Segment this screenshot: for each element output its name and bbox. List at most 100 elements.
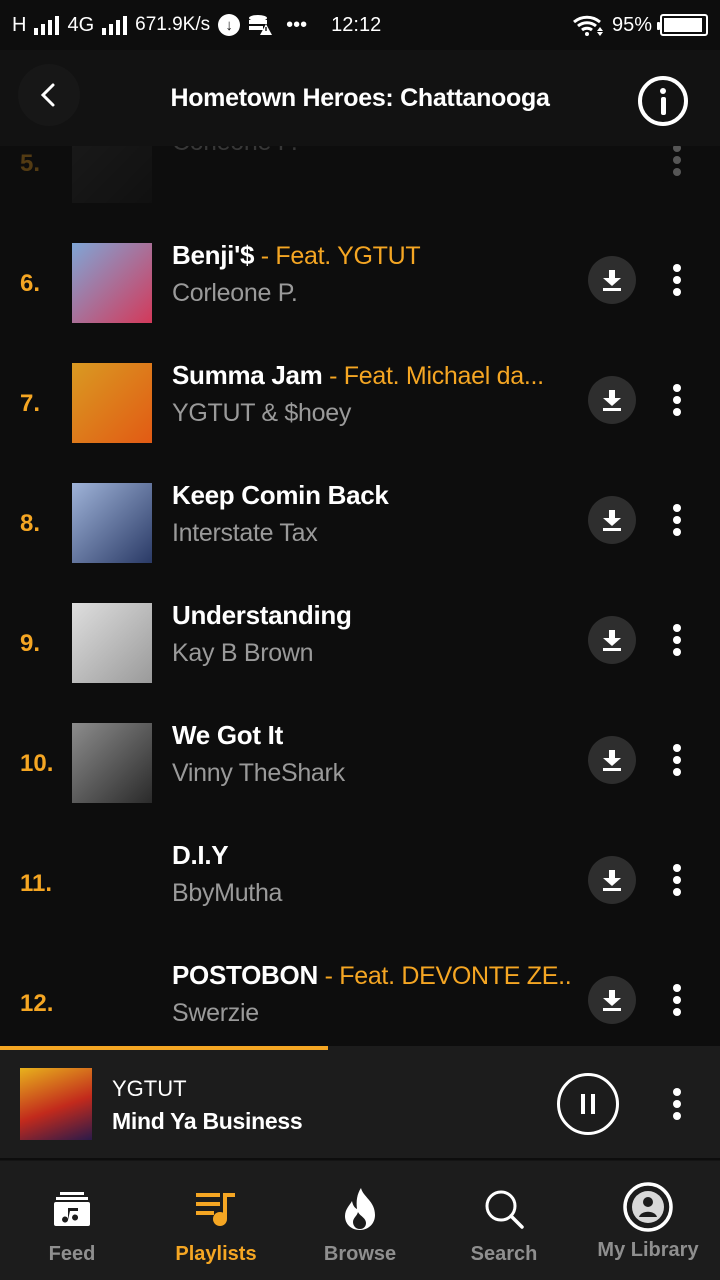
more-vertical-icon bbox=[673, 624, 681, 632]
now-playing-title: Mind Ya Business bbox=[112, 1108, 303, 1134]
more-options-button[interactable] bbox=[666, 256, 688, 304]
clock: 12:12 bbox=[331, 13, 382, 36]
more-options-button[interactable] bbox=[666, 376, 688, 424]
track-number: 11. bbox=[20, 870, 53, 897]
more-options-button[interactable] bbox=[666, 146, 688, 184]
track-title-text: Benji'$ bbox=[172, 240, 255, 270]
track-row[interactable]: 5. Corleone P. bbox=[0, 146, 720, 226]
album-art bbox=[72, 723, 152, 803]
track-title-text: Understanding bbox=[172, 600, 352, 630]
track-title: Understanding bbox=[172, 600, 572, 631]
nav-item-browse[interactable]: Browse bbox=[288, 1161, 432, 1280]
track-title: We Got It bbox=[172, 720, 572, 751]
more-notifications-icon: ••• bbox=[286, 13, 308, 36]
album-art bbox=[72, 146, 152, 203]
track-number: 8. bbox=[20, 510, 41, 537]
download-button[interactable] bbox=[588, 496, 636, 544]
more-options-button[interactable] bbox=[666, 856, 688, 904]
download-button[interactable] bbox=[588, 736, 636, 784]
download-button[interactable] bbox=[588, 256, 636, 304]
track-list[interactable]: 5. Corleone P. 6. Benji'$ - Feat. YGTUT … bbox=[0, 146, 720, 1046]
more-options-button[interactable] bbox=[666, 976, 688, 1024]
track-title-text: Summa Jam bbox=[172, 360, 323, 390]
track-title: Keep Comin Back bbox=[172, 480, 572, 511]
album-art bbox=[72, 243, 152, 323]
more-vertical-icon bbox=[673, 146, 681, 152]
download-icon bbox=[603, 750, 621, 771]
track-artist: Interstate Tax bbox=[172, 519, 318, 547]
download-button[interactable] bbox=[588, 616, 636, 664]
track-title-text: D.I.Y bbox=[172, 840, 229, 870]
track-title-text: We Got It bbox=[172, 720, 283, 750]
more-vertical-icon bbox=[673, 1088, 681, 1096]
download-icon bbox=[603, 510, 621, 531]
album-art bbox=[72, 603, 152, 683]
track-featuring: - Feat. Michael da... bbox=[322, 362, 544, 390]
track-row[interactable]: 7. Summa Jam - Feat. Michael da... YGTUT… bbox=[0, 346, 720, 466]
nav-label: Playlists bbox=[175, 1243, 257, 1265]
more-options-button[interactable] bbox=[666, 616, 688, 664]
more-options-button[interactable] bbox=[666, 736, 688, 784]
mini-player[interactable]: YGTUT Mind Ya Business bbox=[0, 1050, 720, 1158]
download-icon bbox=[603, 990, 621, 1011]
track-artist: Kay B Brown bbox=[172, 639, 314, 667]
track-artist: BbyMutha bbox=[172, 879, 283, 907]
track-row[interactable]: 10. We Got It Vinny TheShark bbox=[0, 706, 720, 826]
nav-item-playlists[interactable]: Playlists bbox=[144, 1161, 288, 1280]
track-number: 6. bbox=[20, 270, 41, 297]
more-vertical-icon bbox=[673, 504, 681, 512]
track-title-text: POSTOBON bbox=[172, 960, 318, 990]
track-row[interactable]: 9. Understanding Kay B Brown bbox=[0, 586, 720, 706]
page-title: Hometown Heroes: Chattanooga bbox=[170, 83, 550, 112]
track-title: Benji'$ - Feat. YGTUT bbox=[172, 240, 572, 271]
track-title-text: Keep Comin Back bbox=[172, 480, 389, 510]
pause-button[interactable] bbox=[557, 1073, 619, 1135]
data-warning-icon bbox=[249, 15, 273, 35]
track-title: POSTOBON - Feat. DEVONTE ZE... bbox=[172, 960, 572, 991]
track-title: D.I.Y bbox=[172, 840, 572, 871]
playback-progress-bar[interactable] bbox=[0, 1046, 720, 1050]
search-icon bbox=[485, 1190, 524, 1229]
signal-icon bbox=[34, 15, 60, 35]
chevron-left-icon bbox=[40, 83, 55, 107]
network-speed: 671.9K/s bbox=[135, 14, 211, 35]
track-row[interactable]: 6. Benji'$ - Feat. YGTUT Corleone P. bbox=[0, 226, 720, 346]
now-playing-more-button[interactable] bbox=[666, 1080, 688, 1128]
download-button[interactable] bbox=[588, 376, 636, 424]
battery-percent: 95% bbox=[611, 13, 652, 36]
track-number: 7. bbox=[20, 390, 41, 417]
nav-label: My Library bbox=[597, 1239, 699, 1261]
more-vertical-icon bbox=[673, 864, 681, 872]
info-button[interactable] bbox=[638, 76, 688, 126]
info-icon bbox=[660, 88, 666, 94]
bottom-navigation: Feed Playlists Browse Search My Library bbox=[0, 1160, 720, 1280]
user-circle-icon bbox=[623, 1182, 673, 1232]
track-row[interactable]: 8. Keep Comin Back Interstate Tax bbox=[0, 466, 720, 586]
track-row[interactable]: 12. POSTOBON - Feat. DEVONTE ZE... Swerz… bbox=[0, 946, 720, 1046]
album-art bbox=[72, 363, 152, 443]
playback-progress-fill bbox=[0, 1046, 328, 1050]
nav-item-my-library[interactable]: My Library bbox=[576, 1161, 720, 1280]
battery-icon bbox=[657, 14, 708, 36]
more-vertical-icon bbox=[673, 984, 681, 992]
track-artist: Corleone P. bbox=[172, 279, 298, 307]
more-options-button[interactable] bbox=[666, 496, 688, 544]
signal-icon-2 bbox=[102, 15, 128, 35]
track-number: 10. bbox=[20, 750, 54, 777]
download-icon bbox=[603, 390, 621, 411]
download-status-icon: ↓ bbox=[218, 14, 241, 36]
track-artist: Swerzie bbox=[172, 999, 259, 1027]
download-button[interactable] bbox=[588, 976, 636, 1024]
playlist-icon bbox=[196, 1193, 235, 1226]
track-artist: Vinny TheShark bbox=[172, 759, 345, 787]
track-row[interactable]: 11. D.I.Y BbyMutha bbox=[0, 826, 720, 946]
download-button[interactable] bbox=[588, 856, 636, 904]
nav-item-search[interactable]: Search bbox=[432, 1161, 576, 1280]
back-button[interactable] bbox=[18, 64, 80, 126]
track-artist: YGTUT & $hoey bbox=[172, 399, 352, 427]
network-type-2: 4G bbox=[67, 13, 95, 36]
track-artist: Corleone P. bbox=[172, 146, 572, 157]
nav-item-feed[interactable]: Feed bbox=[0, 1161, 144, 1280]
nav-label: Search bbox=[470, 1243, 538, 1265]
flame-icon bbox=[345, 1188, 375, 1230]
